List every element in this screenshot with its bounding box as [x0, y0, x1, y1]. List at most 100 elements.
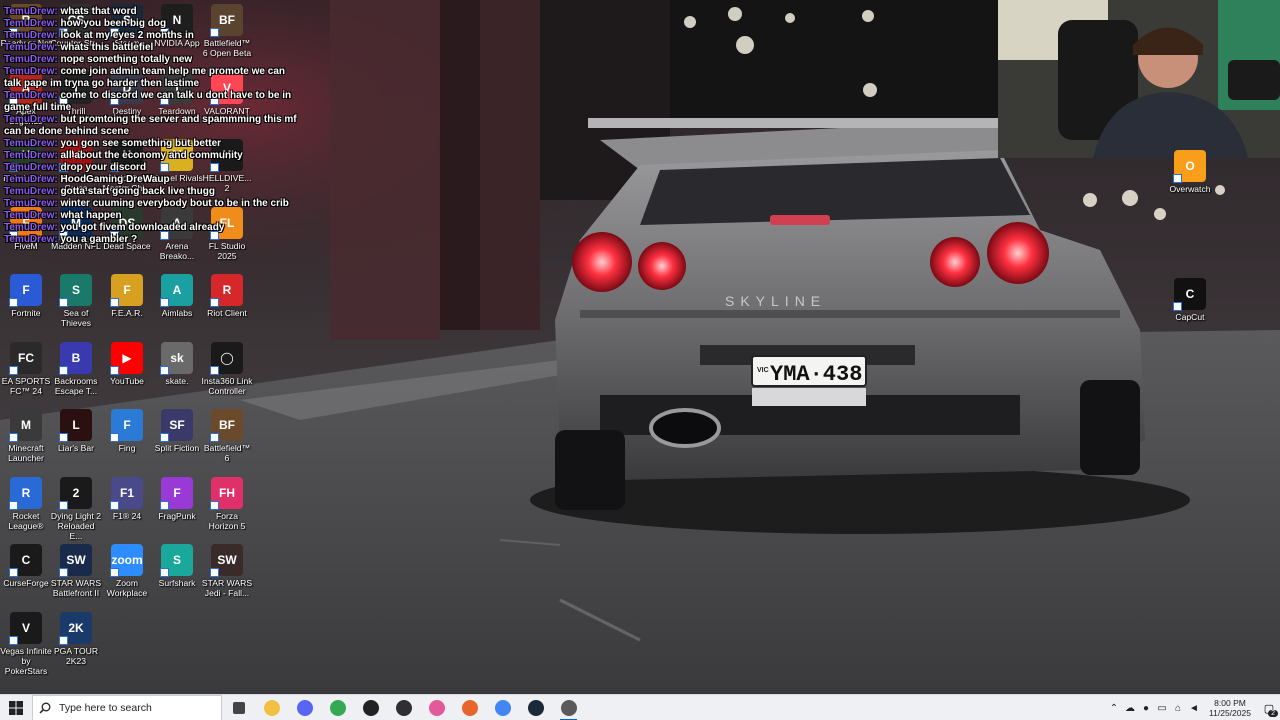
app-active-icon [560, 699, 577, 716]
taskbar-app-steam[interactable] [519, 695, 552, 720]
desktop-icon-ea-sports-fc-24[interactable]: FC EA SPORTS FC™ 24 [0, 338, 52, 396]
chevron-up-icon[interactable]: ⌃ [1106, 695, 1122, 720]
chat-username: TemuDrew: [4, 114, 58, 125]
desktop-icon-youtube[interactable]: ▶ YouTube [101, 338, 153, 386]
desktop-icon-fragpunk[interactable]: F FragPunk [151, 473, 203, 521]
notification-center-button[interactable]: ▢ 2 [1258, 695, 1280, 720]
taskbar-app-chrome-2[interactable] [486, 695, 519, 720]
taskbar-app-app-orange[interactable] [453, 695, 486, 720]
desktop-icon-capcut[interactable]: C CapCut [1164, 274, 1216, 322]
chat-message: TemuDrew: how you been big dog [4, 18, 304, 30]
taskbar-search-box[interactable]: Type here to search [32, 694, 222, 720]
chat-message: TemuDrew: you a gambler ? [4, 234, 304, 246]
desktop-icon-label: PGA TOUR 2K23 [53, 645, 99, 666]
start-button[interactable] [0, 695, 32, 720]
shortcut-arrow-icon [210, 568, 219, 577]
desktop-icon-backrooms-escape-t[interactable]: B Backrooms Escape T... [50, 338, 102, 396]
chat-text: you gon see something but better [60, 138, 222, 149]
desktop-icon-aimlabs[interactable]: A Aimlabs [151, 270, 203, 318]
taskbar-app-app-multi[interactable] [420, 695, 453, 720]
desktop-icon-label: Insta360 Link Controller [201, 375, 253, 396]
display-icon[interactable]: ▭ [1154, 695, 1170, 720]
desktop-icon-insta360-link-controller[interactable]: ◯ Insta360 Link Controller [201, 338, 253, 396]
microphone-icon[interactable]: ● [1138, 695, 1154, 720]
chat-message: TemuDrew: you gon see something but bett… [4, 138, 304, 150]
chat-text: gotta start going back live thugg [60, 186, 215, 197]
desktop-icon-liar-s-bar[interactable]: L Liar's Bar [50, 405, 102, 453]
desktop-icon-label: YouTube [110, 375, 144, 386]
chat-username: TemuDrew: [4, 66, 58, 77]
desktop-icon-forza-horizon-5[interactable]: FH Forza Horizon 5 [201, 473, 253, 531]
shortcut-arrow-icon [59, 500, 68, 510]
desktop-icon-skate[interactable]: sk skate. [151, 338, 203, 386]
desktop-icon-label: Forza Horizon 5 [208, 510, 246, 531]
chat-text: winter cuuming everybody bout to be in t… [60, 198, 289, 209]
desktop-icon-label: CapCut [1175, 312, 1205, 322]
shortcut-arrow-icon [160, 365, 169, 375]
desktop-icon-battlefield-6[interactable]: BF Battlefield™ 6 [201, 405, 253, 463]
desktop-icon-riot-client[interactable]: R Riot Client [201, 270, 253, 318]
app-icon: F [160, 476, 193, 510]
app-icon: S [59, 274, 92, 307]
taskbar-clock[interactable]: 8:00 PM 11/25/2025 [1202, 698, 1258, 718]
plate-prefix: VIC [757, 367, 769, 374]
desktop-icon-label: Aimlabs [161, 308, 193, 318]
desktop-icon-label: F1® 24 [112, 510, 142, 521]
desktop-icon-star-wars-jedi-fall[interactable]: SW STAR WARS Jedi - Fall... [201, 540, 253, 598]
app-icon: M [9, 409, 42, 442]
cloud-icon[interactable]: ☁ [1122, 695, 1138, 720]
shortcut-arrow-icon [1173, 302, 1182, 311]
desktop-icon-curseforge[interactable]: C CurseForge [0, 540, 52, 588]
file-explorer-icon [263, 699, 280, 716]
taskbar-app-task-view[interactable] [222, 695, 255, 720]
app-icon: SW [59, 544, 92, 577]
desktop-icon-label: Surfshark [158, 578, 196, 588]
desktop-icon-surfshark[interactable]: S Surfshark [151, 540, 203, 588]
volume-icon[interactable]: ◄ [1186, 695, 1202, 720]
app-icon: FH [210, 476, 243, 510]
chat-message: TemuDrew: whats that word [4, 6, 304, 18]
shortcut-arrow-icon [160, 500, 169, 510]
taskbar-app-discord[interactable] [288, 695, 321, 720]
taskbar-app-app-dark[interactable] [354, 695, 387, 720]
desktop-icon-fortnite[interactable]: F Fortnite [0, 270, 52, 318]
app-icon: zoom [110, 544, 143, 577]
desktop-icon-fing[interactable]: F Fing [101, 405, 153, 453]
chat-message: TemuDrew: all about the economy and comm… [4, 150, 304, 162]
app-icon: SW [210, 544, 243, 577]
desktop-icon-zoom-workplace[interactable]: zoom Zoom Workplace [101, 540, 153, 598]
desktop-icon-overwatch[interactable]: O Overwatch [1164, 146, 1216, 194]
desktop-icon-sea-of-thieves[interactable]: S Sea of Thieves [50, 270, 102, 328]
desktop-icon-split-fiction[interactable]: SF Split Fiction [151, 405, 203, 453]
desktop-icon-rocket-league[interactable]: R Rocket League® [0, 473, 52, 531]
desktop-icon-dying-light-2-reloaded-e[interactable]: 2 Dying Light 2 Reloaded E... [50, 473, 102, 541]
desktop-icon-vegas-infinite-by-pokerstars[interactable]: V Vegas Infinite by PokerStars [0, 608, 52, 676]
desktop-icon-label: Split Fiction [154, 443, 200, 453]
shortcut-arrow-icon [9, 568, 18, 577]
taskbar-app-obs[interactable] [387, 695, 420, 720]
taskbar-app-chrome[interactable] [321, 695, 354, 720]
desktop-icon-label: Fortnite [11, 308, 41, 318]
shortcut-arrow-icon [110, 298, 119, 307]
desktop-icon-pga-tour-2k23[interactable]: 2K PGA TOUR 2K23 [50, 608, 102, 666]
desktop-icon-minecraft-launcher[interactable]: M Minecraft Launcher [0, 405, 52, 463]
desktop-icon-label: F.E.A.R. [111, 308, 143, 318]
desktop-icon-star-wars-battlefront-ii[interactable]: SW STAR WARS Battlefront II [50, 540, 102, 598]
desktop-icon-label: STAR WARS Battlefront II [50, 578, 102, 598]
taskbar-app-file-explorer[interactable] [255, 695, 288, 720]
chat-text: look at my eyes 2 months in [60, 30, 194, 41]
chrome-icon [329, 699, 346, 716]
app-icon: O [1173, 150, 1206, 183]
desktop-icon-f-e-a-r[interactable]: F F.E.A.R. [101, 270, 153, 318]
taskbar-app-app-active[interactable] [552, 695, 585, 720]
network-icon[interactable]: ⌂ [1170, 695, 1186, 720]
chat-message: TemuDrew: but promtoing the server and s… [4, 114, 304, 138]
desktop-icon-label: Minecraft Launcher [8, 443, 44, 463]
chat-username: TemuDrew: [4, 30, 58, 41]
stream-chat-overlay: TemuDrew: whats that word TemuDrew: how y… [4, 6, 304, 246]
desktop-icon-f1-24[interactable]: F1 F1® 24 [101, 473, 153, 521]
obs-icon [395, 699, 412, 716]
shortcut-arrow-icon [9, 500, 18, 510]
chat-text: whats this battlefiel [60, 42, 154, 53]
steam-icon [527, 699, 544, 716]
